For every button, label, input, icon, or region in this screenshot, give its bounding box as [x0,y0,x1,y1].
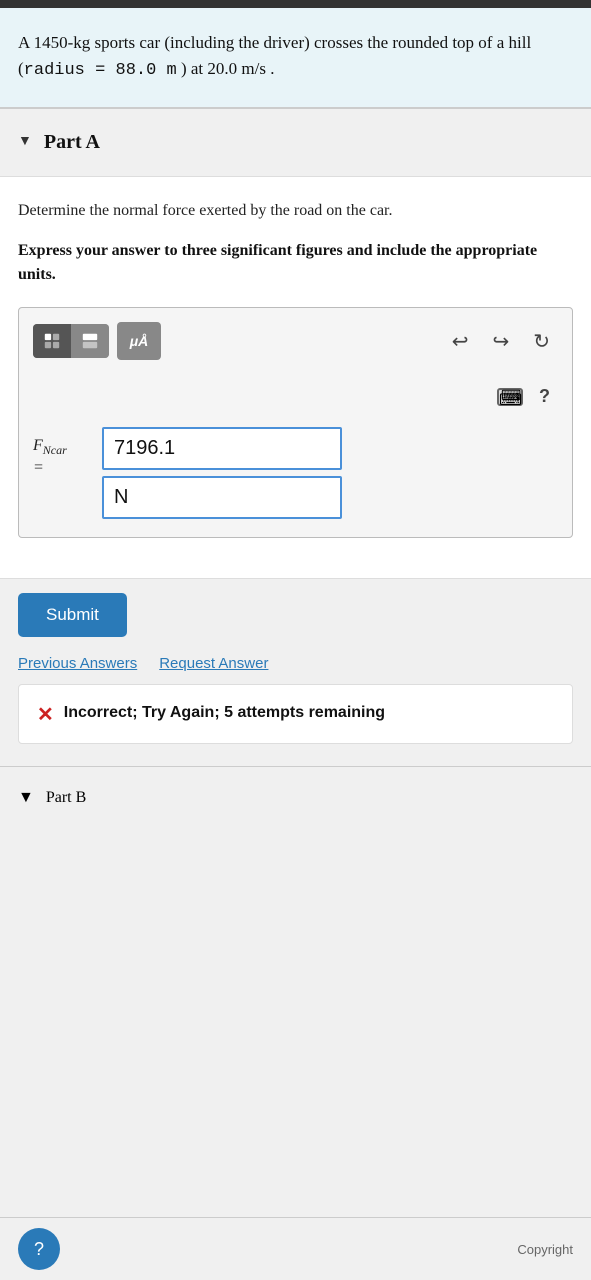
part-b-header: ▼ Part B [0,767,591,829]
feedback-text: Incorrect; Try Again; 5 attempts remaini… [64,701,385,725]
part-b-section: ▼ Part B [0,767,591,887]
equals-sign: = [33,459,44,476]
feedback-incorrect-icon: ✕ [37,702,54,727]
part-a-chevron[interactable]: ▼ [18,134,32,150]
keyboard-icon[interactable]: ⌨ [497,388,523,406]
bottom-bar: ? Copyright [0,1217,591,1280]
problem-statement: A 1450-kg sports car (including the driv… [0,8,591,108]
previous-answers-link[interactable]: Previous Answers [18,655,137,672]
part-a-instruction: Express your answer to three significant… [18,239,573,287]
reset-btn[interactable]: ↻ [525,325,558,358]
part-b-title: Part B [46,789,86,807]
answer-box: μÅ ↩ ↪ ↻ ⌨ ? FNcar = [18,307,573,538]
template-btn-group [33,324,109,358]
answer-label: FNcar = [33,427,88,476]
part-a-content: Determine the normal force exerted by th… [0,177,591,580]
symbol-btn[interactable]: μÅ [117,322,161,360]
part-a-description: Determine the normal force exerted by th… [18,199,573,224]
submit-area: Submit [0,579,591,647]
template-btn-active[interactable] [33,324,71,358]
answer-toolbar-row2: ⌨ ? [33,382,558,421]
undo-btn[interactable]: ↩ [444,325,477,358]
submit-button[interactable]: Submit [18,593,127,637]
bottom-circle-btn[interactable]: ? [18,1228,60,1270]
links-row: Previous Answers Request Answer [0,647,591,684]
unit-input[interactable] [102,476,342,519]
force-label-sub: Ncar [43,444,67,458]
feedback-box: ✕ Incorrect; Try Again; 5 attempts remai… [18,684,573,744]
problem-text: A 1450-kg sports car (including the driv… [18,33,531,78]
redo-btn[interactable]: ↪ [484,325,517,358]
part-a-header: ▼ Part A [0,109,591,177]
request-answer-link[interactable]: Request Answer [159,655,268,672]
top-bar [0,0,591,8]
value-input[interactable] [102,427,342,470]
radius-text: radius = 88.0 m [24,61,177,80]
answer-row: FNcar = [33,427,558,519]
symbol-label: μÅ [130,333,149,349]
answer-fields [102,427,558,519]
copyright-text: Copyright [517,1242,573,1257]
help-btn[interactable]: ? [531,382,558,411]
template-btn-2[interactable] [71,324,109,358]
force-label-f: F [33,437,43,454]
answer-toolbar: μÅ ↩ ↪ ↻ [33,322,558,370]
part-b-chevron[interactable]: ▼ [18,789,34,807]
part-a-section: ▼ Part A Determine the normal force exer… [0,109,591,745]
part-a-title: Part A [44,131,100,154]
